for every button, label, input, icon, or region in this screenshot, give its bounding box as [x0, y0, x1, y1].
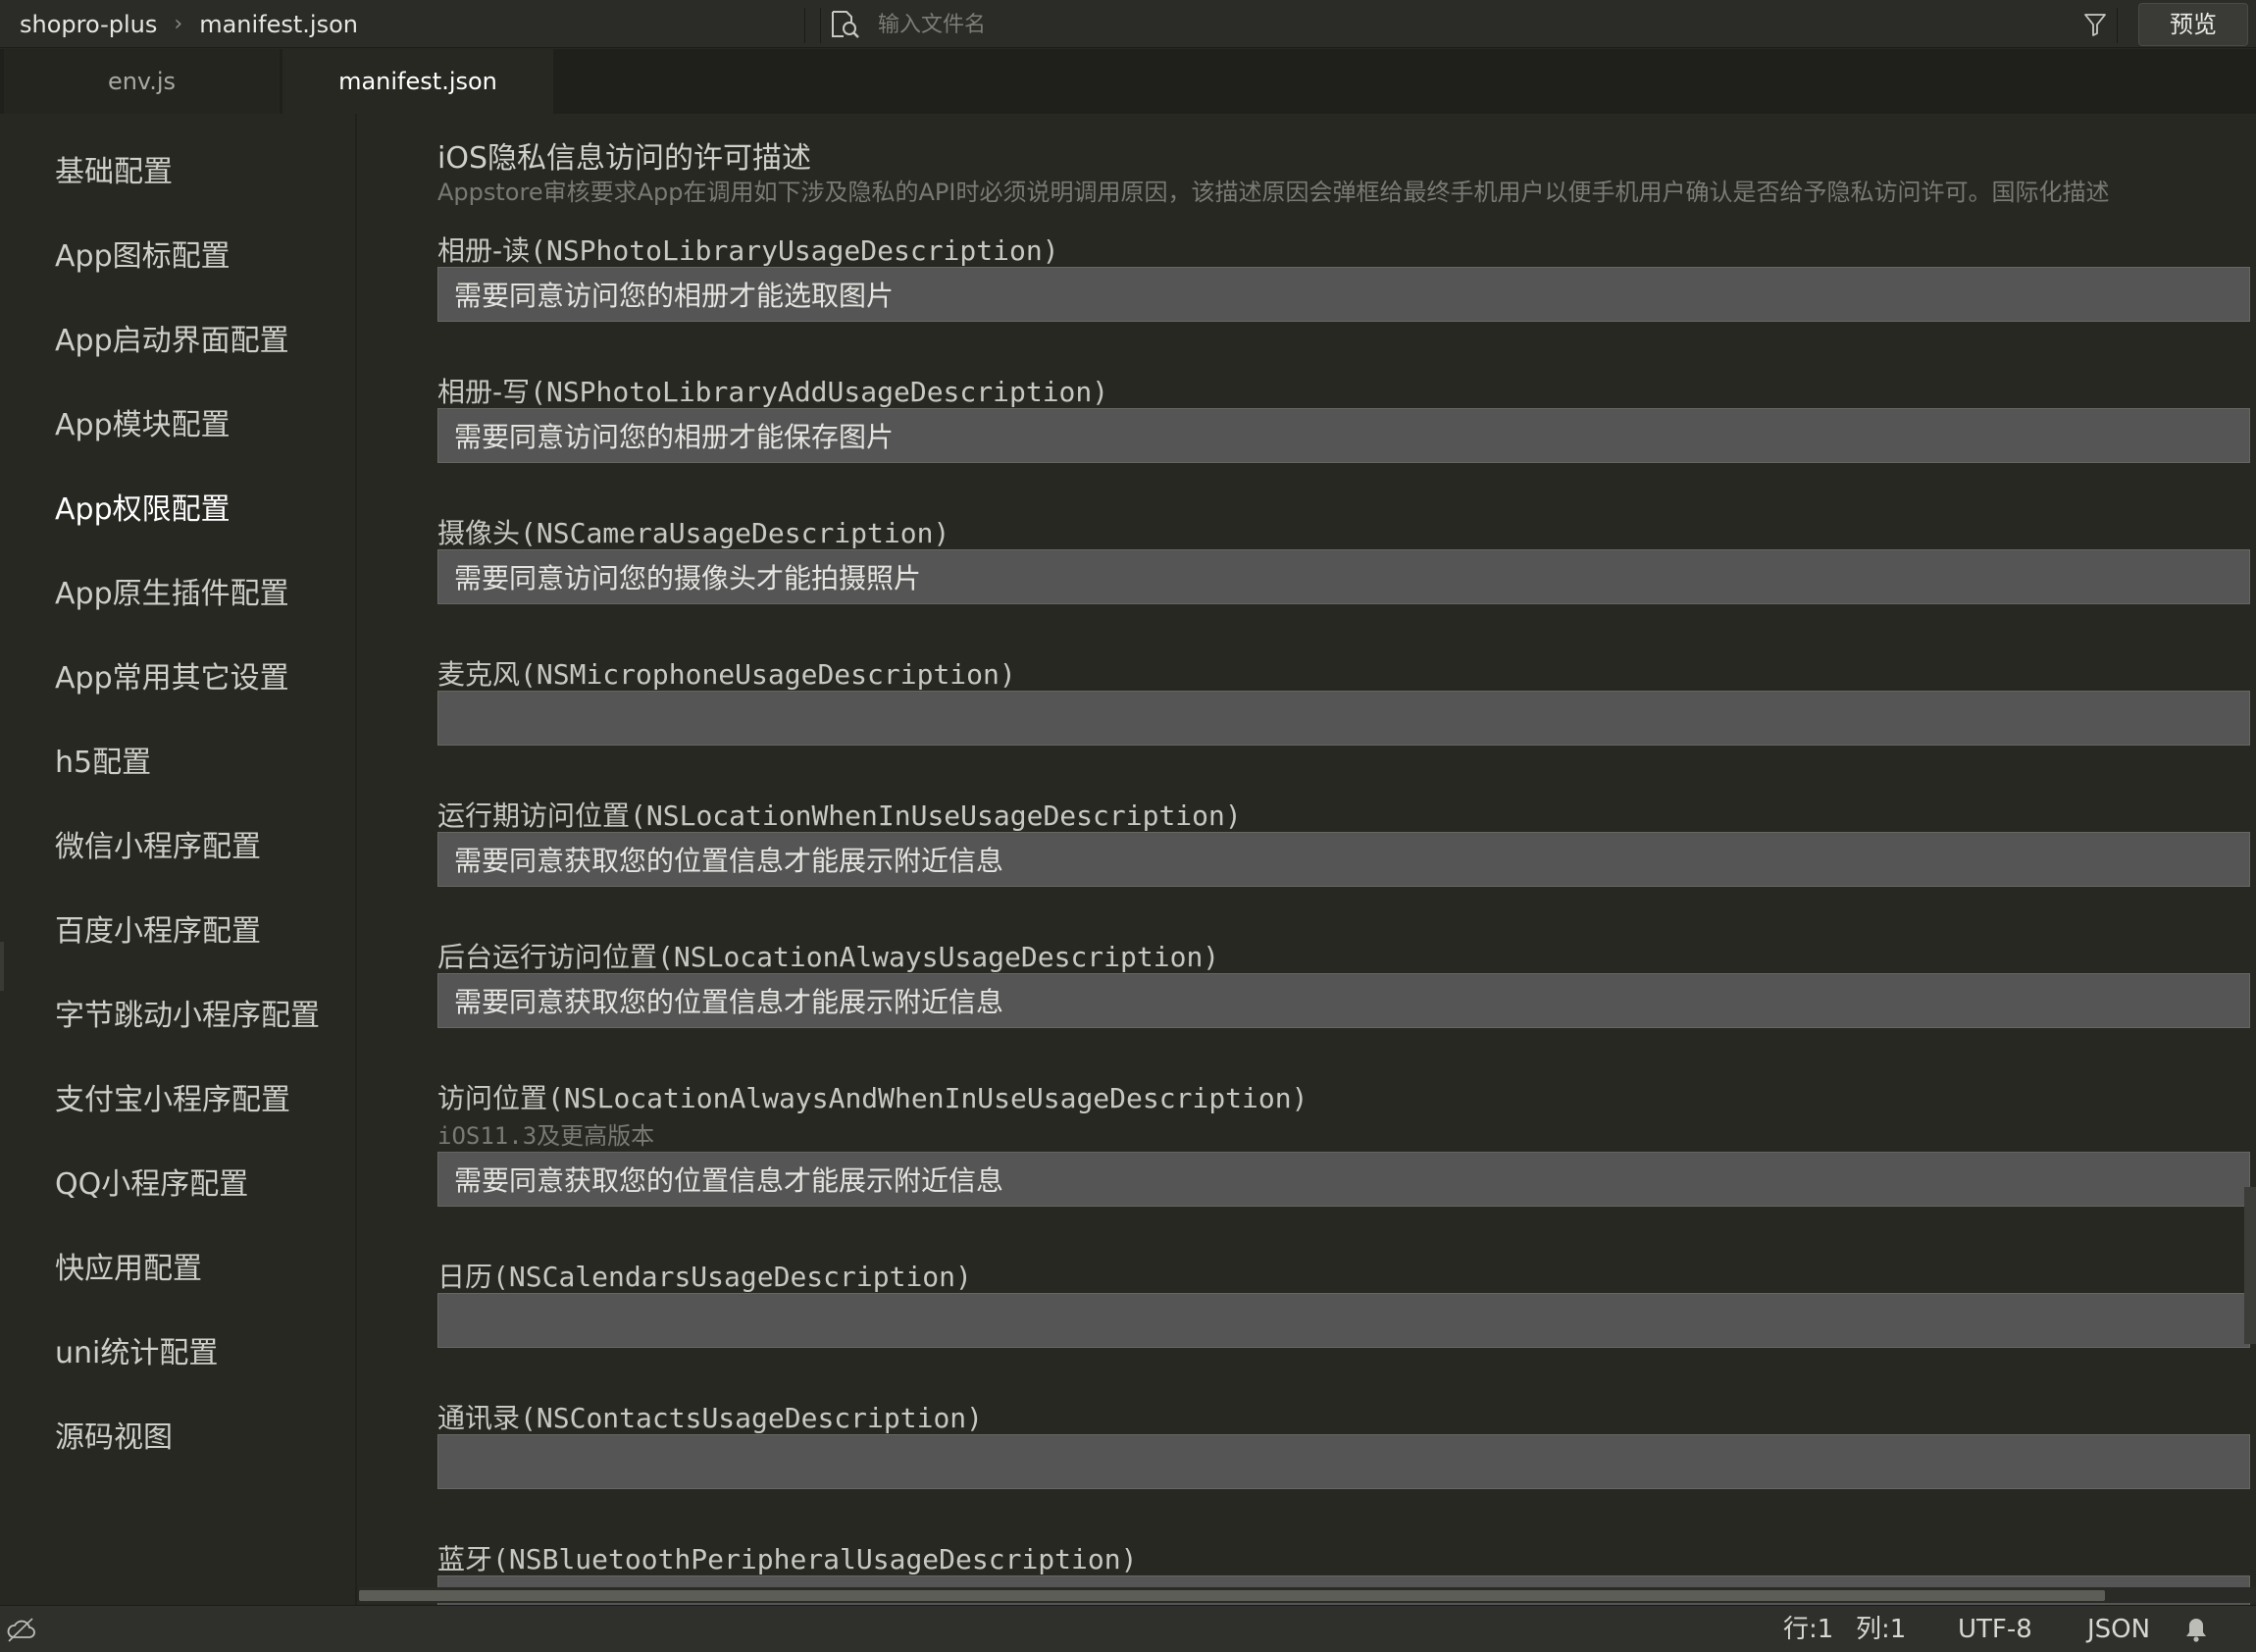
field-label-key: (NSCalendarsUsageDescription) — [492, 1261, 972, 1293]
microphone-input[interactable] — [437, 691, 2250, 746]
breadcrumb: shopro-plus › manifest.json — [20, 0, 358, 48]
sidebar-item-quickapp[interactable]: 快应用配置 — [55, 1244, 202, 1287]
sidebar-item-qq-mp[interactable]: QQ小程序配置 — [55, 1160, 248, 1203]
sidebar-item-toutiao-mp[interactable]: 字节跳动小程序配置 — [55, 991, 320, 1034]
file-search-icon[interactable] — [830, 10, 861, 39]
field-label-key: (NSPhotoLibraryAddUsageDescription) — [530, 376, 1109, 408]
filter-icon[interactable] — [2083, 12, 2107, 37]
location-when-in-use-input[interactable] — [437, 832, 2250, 887]
sidebar-item-app-other[interactable]: App常用其它设置 — [55, 653, 289, 697]
field-label-cn: 运行期访问位置 — [437, 800, 631, 832]
field-label: 蓝牙(NSBluetoothPeripheralUsageDescription… — [437, 1538, 1137, 1577]
section-description: Appstore审核要求App在调用如下涉及隐私的API时必须说明调用原因，该描… — [437, 179, 2110, 206]
field-label-cn: 访问位置 — [437, 1082, 548, 1114]
cloud-icon[interactable] — [6, 1616, 37, 1643]
tab-env-js[interactable]: env.js — [4, 49, 280, 114]
divider — [820, 8, 821, 43]
sidebar-item-app-splash[interactable]: App启动界面配置 — [55, 316, 289, 359]
sidebar-item-weixin-mp[interactable]: 微信小程序配置 — [55, 822, 261, 865]
sidebar-item-app-icon[interactable]: App图标配置 — [55, 232, 231, 275]
horizontal-scrollbar-thumb[interactable] — [359, 1590, 2105, 1601]
bell-icon[interactable] — [2182, 1616, 2210, 1643]
calendars-input[interactable] — [437, 1293, 2250, 1348]
field-label-key: (NSLocationWhenInUseUsageDescription) — [630, 800, 1242, 832]
location-always-input[interactable] — [437, 973, 2250, 1028]
cursor-column[interactable]: 列:1 — [1856, 1606, 1906, 1652]
breadcrumb-separator: › — [174, 12, 183, 36]
privacy-description-form: iOS隐私信息访问的许可描述 Appstore审核要求App在调用如下涉及隐私的… — [359, 114, 2256, 1605]
tab-label: env.js — [107, 68, 177, 95]
language-mode[interactable]: JSON — [2087, 1606, 2150, 1652]
title-bar: shopro-plus › manifest.json 预览 — [0, 0, 2256, 48]
field-label-key: (NSBluetoothPeripheralUsageDescription) — [492, 1543, 1138, 1575]
sidebar-item-basic[interactable]: 基础配置 — [55, 147, 173, 190]
field-label-key: (NSLocationAlwaysAndWhenInUseUsageDescri… — [547, 1082, 1308, 1114]
field-label: 通讯录(NSContactsUsageDescription) — [437, 1397, 983, 1436]
cursor-line[interactable]: 行:1 — [1783, 1606, 1833, 1652]
field-label-cn: 蓝牙 — [437, 1543, 493, 1575]
sidebar-item-h5[interactable]: h5配置 — [55, 738, 151, 781]
field-label: 运行期访问位置(NSLocationWhenInUseUsageDescript… — [437, 795, 1242, 834]
photo-library-write-input[interactable] — [437, 408, 2250, 463]
sidebar-item-uni-stat[interactable]: uni统计配置 — [55, 1328, 218, 1371]
encoding-indicator[interactable]: UTF-8 — [1958, 1606, 2032, 1652]
section-title: iOS隐私信息访问的许可描述 — [437, 141, 811, 176]
photo-library-read-input[interactable] — [437, 267, 2250, 322]
sidebar-item-alipay-mp[interactable]: 支付宝小程序配置 — [55, 1075, 290, 1118]
field-label: 相册-写(NSPhotoLibraryAddUsageDescription) — [437, 371, 1108, 410]
editor-tab-bar: env.js manifest.json — [0, 49, 2256, 114]
divider — [804, 8, 805, 43]
field-label: 摄像头(NSCameraUsageDescription) — [437, 512, 949, 551]
sidebar-item-app-permissions[interactable]: App权限配置 — [55, 485, 231, 528]
field-label-key: (NSLocationAlwaysUsageDescription) — [657, 941, 1220, 973]
vertical-scrollbar-thumb[interactable] — [2244, 1187, 2256, 1344]
field-label: 日历(NSCalendarsUsageDescription) — [437, 1256, 972, 1295]
field-label-key: (NSCameraUsageDescription) — [520, 517, 950, 549]
sidebar-item-source-view[interactable]: 源码视图 — [55, 1413, 173, 1456]
manifest-sidebar: 基础配置 App图标配置 App启动界面配置 App模块配置 App权限配置 A… — [4, 114, 357, 1605]
field-label-cn: 麦克风 — [437, 658, 521, 691]
field-label-cn: 相册-读 — [437, 234, 531, 267]
sidebar-item-baidu-mp[interactable]: 百度小程序配置 — [55, 906, 261, 950]
field-label-cn: 摄像头 — [437, 517, 521, 549]
location-always-and-when-in-use-input[interactable] — [437, 1152, 2250, 1207]
contacts-input[interactable] — [437, 1434, 2250, 1489]
tab-label: manifest.json — [338, 68, 497, 95]
field-label-key: (NSContactsUsageDescription) — [520, 1402, 984, 1434]
field-label-key: (NSMicrophoneUsageDescription) — [520, 658, 1016, 691]
field-label: 麦克风(NSMicrophoneUsageDescription) — [437, 653, 1016, 693]
breadcrumb-file[interactable]: manifest.json — [199, 11, 358, 38]
gutter-marker — [0, 942, 4, 991]
field-label-cn: 后台运行访问位置 — [437, 941, 658, 973]
field-hint: iOS11.3及更高版本 — [437, 1122, 655, 1150]
sidebar-item-app-native-plugins[interactable]: App原生插件配置 — [55, 569, 289, 612]
file-search-input[interactable] — [878, 8, 2006, 41]
field-label: 相册-读(NSPhotoLibraryUsageDescription) — [437, 230, 1059, 269]
status-bar: 行:1 列:1 UTF-8 JSON — [0, 1605, 2256, 1652]
camera-input[interactable] — [437, 549, 2250, 604]
divider — [2117, 8, 2118, 43]
field-label: 后台运行访问位置(NSLocationAlwaysUsageDescriptio… — [437, 936, 1219, 975]
field-label-cn: 通讯录 — [437, 1402, 521, 1434]
field-label-cn: 相册-写 — [437, 376, 531, 408]
preview-button[interactable]: 预览 — [2138, 3, 2248, 46]
tab-manifest-json[interactable]: manifest.json — [282, 49, 553, 114]
field-label: 访问位置(NSLocationAlwaysAndWhenInUseUsageDe… — [437, 1077, 1307, 1116]
horizontal-scrollbar[interactable] — [359, 1587, 2256, 1603]
field-label-key: (NSPhotoLibraryUsageDescription) — [530, 234, 1059, 267]
sidebar-item-app-modules[interactable]: App模块配置 — [55, 400, 231, 443]
breadcrumb-project[interactable]: shopro-plus — [20, 11, 157, 38]
field-label-cn: 日历 — [437, 1261, 493, 1293]
